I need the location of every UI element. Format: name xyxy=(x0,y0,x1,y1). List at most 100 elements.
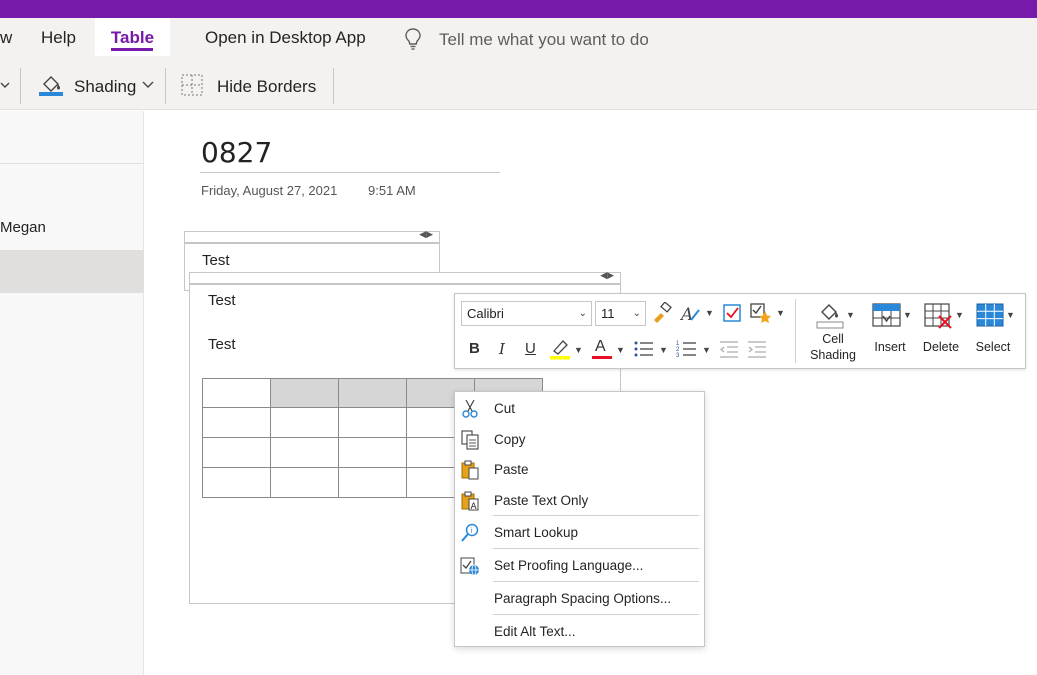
font-color-button[interactable]: A xyxy=(595,338,606,356)
title-underline xyxy=(200,172,500,173)
numbering-icon[interactable]: 123 xyxy=(676,338,698,360)
nav-item-selected[interactable] xyxy=(0,250,144,293)
increase-indent-icon[interactable] xyxy=(747,338,767,360)
todo-checkbox-icon[interactable] xyxy=(722,302,744,324)
ribbon-separator xyxy=(20,68,21,104)
ribbon-separator xyxy=(165,68,166,104)
table-cell[interactable] xyxy=(338,437,407,468)
chevron-down-icon[interactable]: ▼ xyxy=(1006,310,1015,320)
table-cell[interactable] xyxy=(338,467,407,498)
select-button[interactable]: Select xyxy=(971,339,1015,355)
shading-button[interactable]: Shading xyxy=(74,60,136,114)
menu-item-smart-lookup[interactable]: i Smart Lookup xyxy=(455,518,704,548)
insert-button[interactable]: Insert xyxy=(868,339,912,355)
menu-item-label: Paste Text Only xyxy=(494,493,589,508)
chevron-down-icon[interactable]: ▼ xyxy=(659,345,668,355)
note-container-handle[interactable]: ◀▶ xyxy=(189,270,621,284)
chevron-down-icon[interactable]: ▼ xyxy=(776,308,785,318)
chevron-down-icon[interactable]: ▼ xyxy=(955,310,964,320)
menu-item-edit-alt-text[interactable]: Edit Alt Text... xyxy=(455,617,704,647)
tab-view[interactable]: w xyxy=(0,18,12,56)
lightbulb-icon[interactable] xyxy=(402,27,424,51)
table-cell[interactable] xyxy=(270,467,339,498)
menu-item-paragraph-spacing[interactable]: Paragraph Spacing Options... xyxy=(455,584,704,614)
table-cell[interactable] xyxy=(202,437,271,468)
note-text[interactable]: Test xyxy=(208,336,236,353)
chevron-down-icon[interactable]: ▼ xyxy=(702,345,711,355)
menu-item-cut[interactable]: Cut xyxy=(455,394,704,424)
tab-help[interactable]: Help xyxy=(41,18,76,56)
hide-borders-icon[interactable] xyxy=(181,74,203,96)
smart-lookup-icon: i xyxy=(461,523,479,542)
delete-button[interactable]: Delete xyxy=(919,339,963,355)
bullets-icon[interactable] xyxy=(633,338,655,360)
copy-icon xyxy=(461,430,479,450)
table-cell[interactable] xyxy=(202,407,271,438)
page-navigation-pane xyxy=(0,111,144,675)
table-cell[interactable] xyxy=(270,407,339,438)
menu-item-label: Smart Lookup xyxy=(494,525,579,540)
menu-item-label: Paste xyxy=(494,462,529,477)
cell-shading-icon[interactable] xyxy=(815,300,845,330)
menu-item-paste[interactable]: Paste xyxy=(455,455,704,485)
font-color-swatch xyxy=(592,356,612,359)
font-name-dropdown[interactable]: Calibri ⌄ xyxy=(461,301,592,326)
svg-text:3: 3 xyxy=(676,353,680,359)
svg-text:i: i xyxy=(471,527,473,535)
svg-text:A: A xyxy=(471,502,478,511)
note-text[interactable]: Test xyxy=(208,292,236,309)
cell-shading-label[interactable]: Cell xyxy=(805,331,861,347)
menu-item-copy[interactable]: Copy xyxy=(455,425,704,455)
format-painter-icon[interactable] xyxy=(651,302,673,324)
chevron-down-icon[interactable]: ▼ xyxy=(903,310,912,320)
highlighter-icon[interactable] xyxy=(549,338,573,360)
note-text[interactable]: Test xyxy=(202,252,230,269)
table-cell[interactable] xyxy=(270,437,339,468)
menu-item-paste-text-only[interactable]: A Paste Text Only xyxy=(455,486,704,516)
table-select-icon[interactable] xyxy=(976,302,1006,330)
table-cell[interactable] xyxy=(202,378,271,408)
app-top-bar xyxy=(0,0,1037,18)
table-cell[interactable] xyxy=(202,467,271,498)
tag-star-icon[interactable] xyxy=(750,302,772,324)
menu-separator xyxy=(493,548,699,549)
chevron-down-icon[interactable] xyxy=(0,78,12,92)
tell-me-search[interactable]: Tell me what you want to do xyxy=(439,18,649,60)
nav-item-megan[interactable]: Megan xyxy=(0,219,46,236)
resize-arrows-icon[interactable]: ◀▶ xyxy=(419,229,433,240)
menu-item-set-proofing-language[interactable]: Set Proofing Language... xyxy=(455,551,704,581)
table-insert-icon[interactable] xyxy=(872,302,902,330)
shading-bucket-icon[interactable] xyxy=(38,73,64,97)
table-delete-icon[interactable] xyxy=(924,302,954,330)
hide-borders-button[interactable]: Hide Borders xyxy=(217,60,316,114)
font-size-dropdown[interactable]: 11 ⌄ xyxy=(595,301,646,326)
table-cell[interactable] xyxy=(338,407,407,438)
table-cell[interactable] xyxy=(338,378,407,408)
decrease-indent-icon[interactable] xyxy=(719,338,739,360)
page-title[interactable]: 0827 xyxy=(201,136,272,169)
chevron-down-icon[interactable]: ▼ xyxy=(705,308,714,318)
resize-arrows-icon[interactable]: ◀▶ xyxy=(600,270,614,281)
mini-toolbar-separator xyxy=(795,299,796,363)
chevron-down-icon[interactable] xyxy=(142,80,154,90)
italic-button[interactable]: I xyxy=(499,340,505,358)
open-in-desktop-app-button[interactable]: Open in Desktop App xyxy=(205,18,366,56)
chevron-down-icon[interactable]: ▼ xyxy=(846,310,855,320)
underline-button[interactable]: U xyxy=(525,340,536,357)
page-date: Friday, August 27, 2021 xyxy=(201,183,338,198)
menu-separator xyxy=(493,614,699,615)
chevron-down-icon[interactable]: ▼ xyxy=(574,345,583,355)
ribbon-commands: Shading Hide Borders xyxy=(0,60,1037,110)
svg-text:A: A xyxy=(680,305,693,324)
note-container-handle[interactable]: ◀▶ xyxy=(184,229,440,243)
cell-shading-label[interactable]: Shading xyxy=(805,347,861,363)
table-cell[interactable] xyxy=(270,378,339,408)
styles-icon[interactable]: A xyxy=(680,302,702,324)
ribbon-separator xyxy=(333,68,334,104)
context-menu: Cut Copy Paste A Paste Text Only i Smart… xyxy=(454,391,705,647)
chevron-down-icon[interactable]: ▼ xyxy=(616,345,625,355)
menu-separator xyxy=(493,581,699,582)
bold-button[interactable]: B xyxy=(469,340,480,357)
paste-icon xyxy=(461,460,479,480)
menu-item-label: Copy xyxy=(494,432,526,447)
